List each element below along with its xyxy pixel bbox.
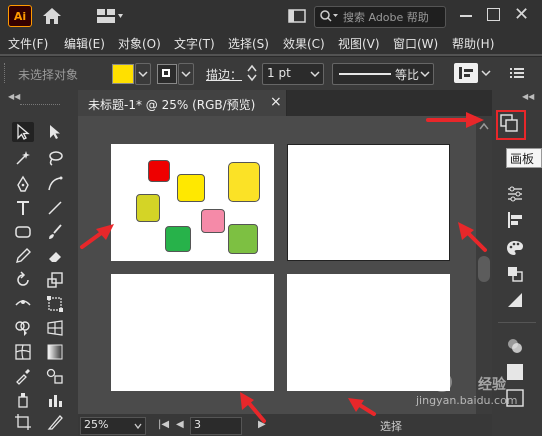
watermark-text-top: 经验 <box>478 377 506 393</box>
watermark: 经验 jingyan.baidu.com <box>416 372 538 432</box>
watermark-text-bottom: jingyan.baidu.com <box>416 394 518 407</box>
annotation-arrows <box>80 112 487 423</box>
watermark-logo <box>432 372 452 392</box>
